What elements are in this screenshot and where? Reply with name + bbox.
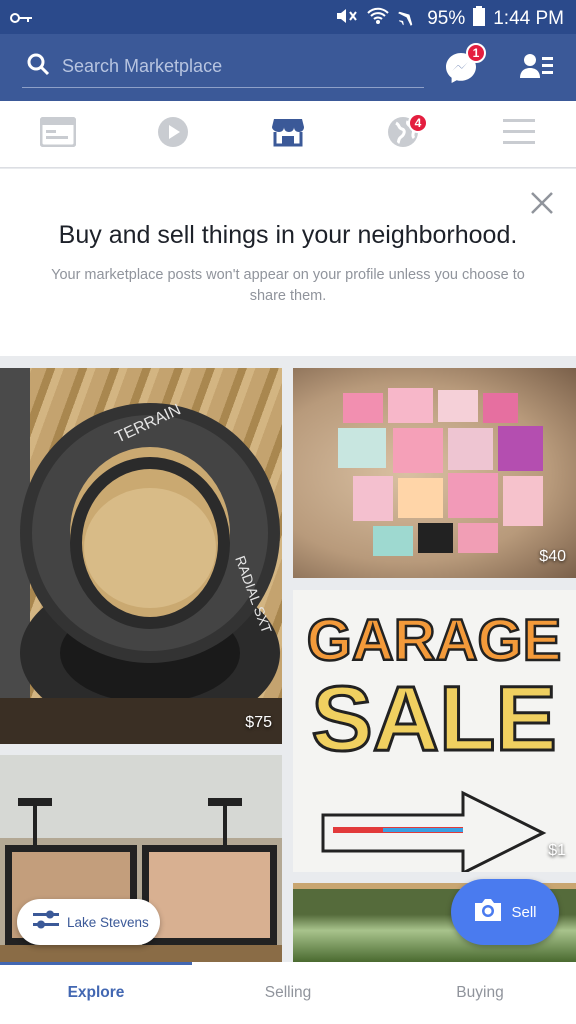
tab-menu[interactable] [461, 101, 576, 168]
messenger-button[interactable]: 1 [444, 43, 486, 85]
location-label: Lake Stevens [67, 914, 149, 930]
tab-buying[interactable]: Buying [384, 962, 576, 1024]
search-input[interactable]: Search Marketplace [22, 46, 424, 88]
listing-baby-clothes[interactable]: $40 [293, 368, 576, 578]
tab-news-feed[interactable] [0, 101, 115, 168]
sell-label: Sell [511, 903, 537, 921]
newsfeed-icon [39, 116, 76, 152]
tab-explore[interactable]: Explore [0, 962, 192, 1024]
clock: 1:44 PM [493, 8, 564, 29]
garage-sale-sign: GARAGE SALE [305, 607, 563, 872]
vpn-key-icon [10, 9, 34, 31]
messenger-badge: 1 [466, 43, 486, 63]
friend-requests-icon [520, 54, 554, 84]
tab-watch[interactable] [115, 101, 230, 168]
bottom-navigation: Explore Selling Buying [0, 962, 576, 1024]
banner-subtitle: Your marketplace posts won't appear on y… [51, 267, 525, 304]
listing-price: $40 [539, 548, 566, 565]
listings-grid: TERRAIN RADIAL SXT $75 $40 GARAGE SALE $… [0, 356, 576, 962]
wifi-icon [367, 6, 389, 32]
listing-garage-sale[interactable]: GARAGE SALE $1 [293, 590, 576, 872]
battery-percent: 95% [427, 8, 466, 29]
play-icon [157, 116, 189, 153]
status-bar: 95% 1:44 PM [0, 0, 576, 34]
close-icon[interactable] [530, 191, 554, 220]
sign-line-1: GARAGE [307, 608, 562, 673]
location-filter-chip[interactable]: Lake Stevens [17, 899, 160, 945]
filter-sliders-icon [33, 909, 59, 936]
tab-selling[interactable]: Selling [192, 962, 384, 1024]
main-tab-bar: 4 [0, 101, 576, 168]
clothes-photo [338, 388, 543, 556]
camera-icon [473, 898, 503, 927]
listing-price: $1 [548, 842, 566, 859]
search-icon [22, 52, 58, 81]
sell-button[interactable]: Sell [451, 879, 559, 945]
battery-icon [473, 6, 486, 32]
tires-photo: TERRAIN RADIAL SXT [0, 368, 282, 744]
sign-line-2: SALE [311, 668, 556, 770]
banner-title: Buy and sell things in your neighborhood… [58, 221, 518, 249]
tab-notifications[interactable]: 4 [345, 101, 460, 168]
notifications-badge: 4 [408, 113, 428, 133]
listing-price: $75 [245, 714, 272, 731]
friend-requests-button[interactable] [520, 52, 556, 82]
app-header: Search Marketplace 1 [0, 34, 576, 101]
shop-icon [271, 117, 304, 152]
search-placeholder: Search Marketplace [62, 56, 223, 76]
listing-tires[interactable]: TERRAIN RADIAL SXT $75 [0, 368, 282, 744]
airplane-mode-icon [397, 6, 419, 32]
tab-marketplace[interactable] [230, 101, 345, 168]
hamburger-icon [502, 119, 535, 150]
mute-icon [335, 6, 359, 32]
intro-banner: Buy and sell things in your neighborhood… [0, 169, 576, 356]
